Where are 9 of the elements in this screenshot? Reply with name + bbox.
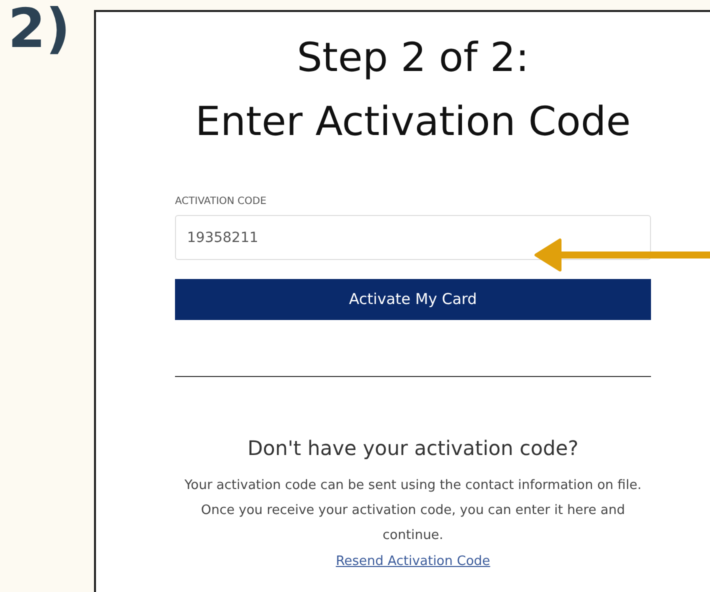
page-title: Step 2 of 2: Enter Activation Code [195, 34, 631, 147]
arrow-icon [534, 238, 710, 272]
field-label: ACTIVATION CODE [175, 195, 266, 209]
activation-code-field[interactable]: 19358211 [175, 215, 651, 260]
step-number: 2) [8, 0, 70, 60]
resend-link[interactable]: Resend Activation Code [336, 552, 490, 572]
help-heading: Don't have your activation code? [247, 435, 579, 462]
help-text: Your activation code can be sent using the contact information on file. Once you receive your activation code, you can enter it here and continue. [184, 477, 642, 545]
activate-button[interactable]: Activate My Card [175, 279, 651, 320]
